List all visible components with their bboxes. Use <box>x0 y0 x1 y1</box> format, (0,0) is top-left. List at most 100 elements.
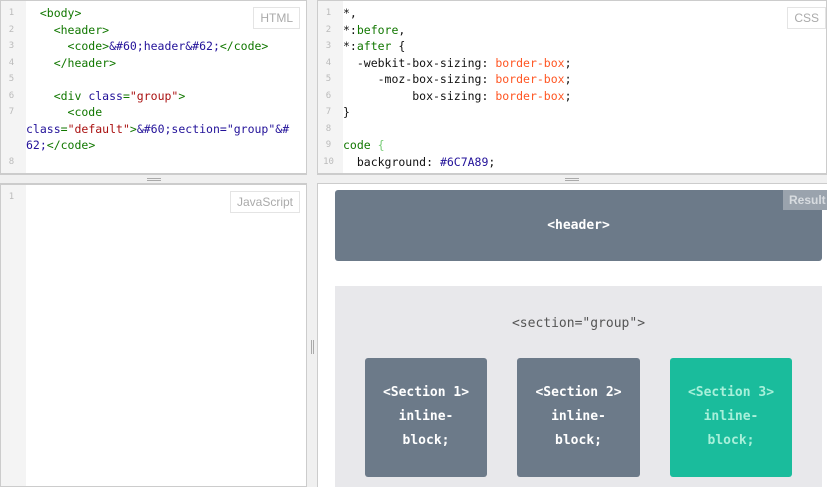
code-line[interactable]: class="default">&#60;section="group"&# <box>1 121 306 138</box>
code-token: "default" <box>67 121 130 136</box>
code-line[interactable]: 2 *:before, <box>318 22 826 39</box>
code-token: border-box <box>495 55 565 70</box>
code-line[interactable]: 8 <box>1 154 306 171</box>
section-title: <Section 2> <box>535 385 622 400</box>
code-text: -moz-box-sizing: border-box; <box>343 71 572 88</box>
line-number: 6 <box>325 90 332 101</box>
code-text: code { <box>343 137 385 154</box>
section-text: block; <box>707 433 755 448</box>
line-number: 5 <box>325 74 332 84</box>
code-token: <code <box>26 105 103 119</box>
code-token: &#60;section="group"&# <box>136 121 290 136</box>
line-gutter <box>1 185 26 486</box>
line-number: 7 <box>8 107 15 117</box>
line-number: 7 <box>325 107 332 117</box>
code-token: #6C7A89 <box>439 154 489 169</box>
code-text: box-sizing: border-box; <box>343 88 572 105</box>
line-number: 4 <box>325 57 332 68</box>
code-token: class <box>88 88 123 103</box>
code-lines[interactable]: 1 <body> 2 <header> 3 <code>&#60;header&#6… <box>1 5 306 170</box>
html-panel-label: HTML <box>253 7 300 29</box>
css-editor[interactable]: 1 *, 2 *:before, 3 *:after {4 -webkit-box-siz… <box>317 0 827 174</box>
code-line[interactable]: 62;</code> <box>1 137 306 154</box>
code-token: "group" <box>129 88 179 103</box>
code-line[interactable]: 5 <box>1 71 306 88</box>
section-text: block; <box>555 433 602 448</box>
code-line[interactable]: 6 <div class="group"> <box>1 88 306 105</box>
horizontal-resize-handle-right[interactable] <box>317 174 827 184</box>
code-token: <code> <box>26 39 110 53</box>
code-line[interactable]: 1 *, <box>318 5 826 22</box>
code-token: <body> <box>26 6 82 20</box>
code-token: <div <box>26 88 89 103</box>
result-header-block: <header> <box>335 190 822 261</box>
line-number: 1 <box>8 8 15 18</box>
line-number: 8 <box>8 156 15 167</box>
code-line[interactable]: 3 <code>&#60;header&#62;</code> <box>1 38 306 55</box>
line-number: 8 <box>325 123 332 134</box>
line-number: 3 <box>8 41 15 51</box>
section-text: inline- <box>703 409 759 424</box>
section-group: <section="group"> <Section 1> inline- bl… <box>335 286 822 487</box>
code-line[interactable]: 5 -moz-box-sizing: border-box; <box>318 71 826 88</box>
section-text: inline- <box>551 409 606 424</box>
code-line[interactable]: 10 background: #6C7A89; <box>318 154 826 171</box>
css-panel-label: CSS <box>787 7 826 29</box>
code-token: ; <box>564 72 572 86</box>
code-text: <div class="group"> <box>26 88 186 105</box>
group-title: <section="group"> <box>511 316 646 331</box>
code-line[interactable]: 9 code { <box>318 137 826 154</box>
code-token: <header> <box>26 22 110 37</box>
vertical-resize-handle[interactable] <box>307 0 317 487</box>
code-token: *, <box>343 6 357 20</box>
code-lines[interactable]: 1 *, 2 *:before, 3 *:after {4 -webkit-box-siz… <box>318 5 826 170</box>
code-text: *:before, <box>343 22 405 39</box>
line-number: 5 <box>8 74 15 84</box>
code-token: border-box <box>495 88 565 103</box>
code-token: *: <box>343 39 357 53</box>
code-token: ; <box>564 55 572 70</box>
code-token: > <box>129 121 137 136</box>
line-number: 2 <box>8 24 15 35</box>
line-number: 1 <box>325 8 332 18</box>
code-token: = <box>60 121 68 136</box>
header-text: <header> <box>547 218 610 233</box>
code-token: > <box>178 88 186 103</box>
code-text: background: #6C7A89; <box>343 154 496 171</box>
code-token: </header> <box>26 55 117 70</box>
code-line[interactable]: 7 <code <box>1 104 306 121</box>
js-editor[interactable]: 1 JavaScript <box>0 184 307 487</box>
code-line[interactable]: 4 </header> <box>1 55 306 72</box>
line-number: 4 <box>8 57 15 68</box>
line-number: 3 <box>325 41 332 51</box>
line-number: 10 <box>323 156 334 167</box>
code-text: <body> <box>26 5 82 22</box>
code-text: <code>&#60;header&#62;</code> <box>26 38 269 55</box>
section-title: <Section 1> <box>382 385 470 400</box>
code-text: <code <box>26 104 103 121</box>
js-panel-label: JavaScript <box>229 191 300 213</box>
code-token: after <box>356 39 392 53</box>
code-text: 62;</code> <box>26 137 95 154</box>
code-token: box-sizing: <box>343 88 496 103</box>
code-line[interactable]: 7} <box>318 104 826 121</box>
code-token: </code> <box>219 39 269 53</box>
code-token: 62; <box>26 138 47 152</box>
code-line[interactable]: 4 -webkit-box-sizing: border-box; <box>318 55 826 72</box>
code-token: , <box>398 22 406 37</box>
code-token: border-box <box>495 72 565 86</box>
code-line[interactable]: 8 <box>318 121 826 138</box>
code-line[interactable]: 6 box-sizing: border-box; <box>318 88 826 105</box>
horizontal-resize-handle-left[interactable] <box>0 174 307 184</box>
code-token: background: <box>343 154 440 169</box>
code-token: ; <box>488 154 496 169</box>
line-number: 2 <box>325 24 332 35</box>
code-text: class="default">&#60;section="group"&# <box>26 121 289 138</box>
section-2-box: <Section 2> inline- block; <box>517 358 640 477</box>
html-editor[interactable]: 1 <body> 2 <header> 3 <code>&#60;header&#6… <box>0 0 307 174</box>
code-token: ; <box>564 88 572 103</box>
code-token: </code> <box>46 138 96 152</box>
line-number <box>1 121 26 138</box>
code-line[interactable]: 3 *:after { <box>318 38 826 55</box>
line-number <box>1 137 26 154</box>
